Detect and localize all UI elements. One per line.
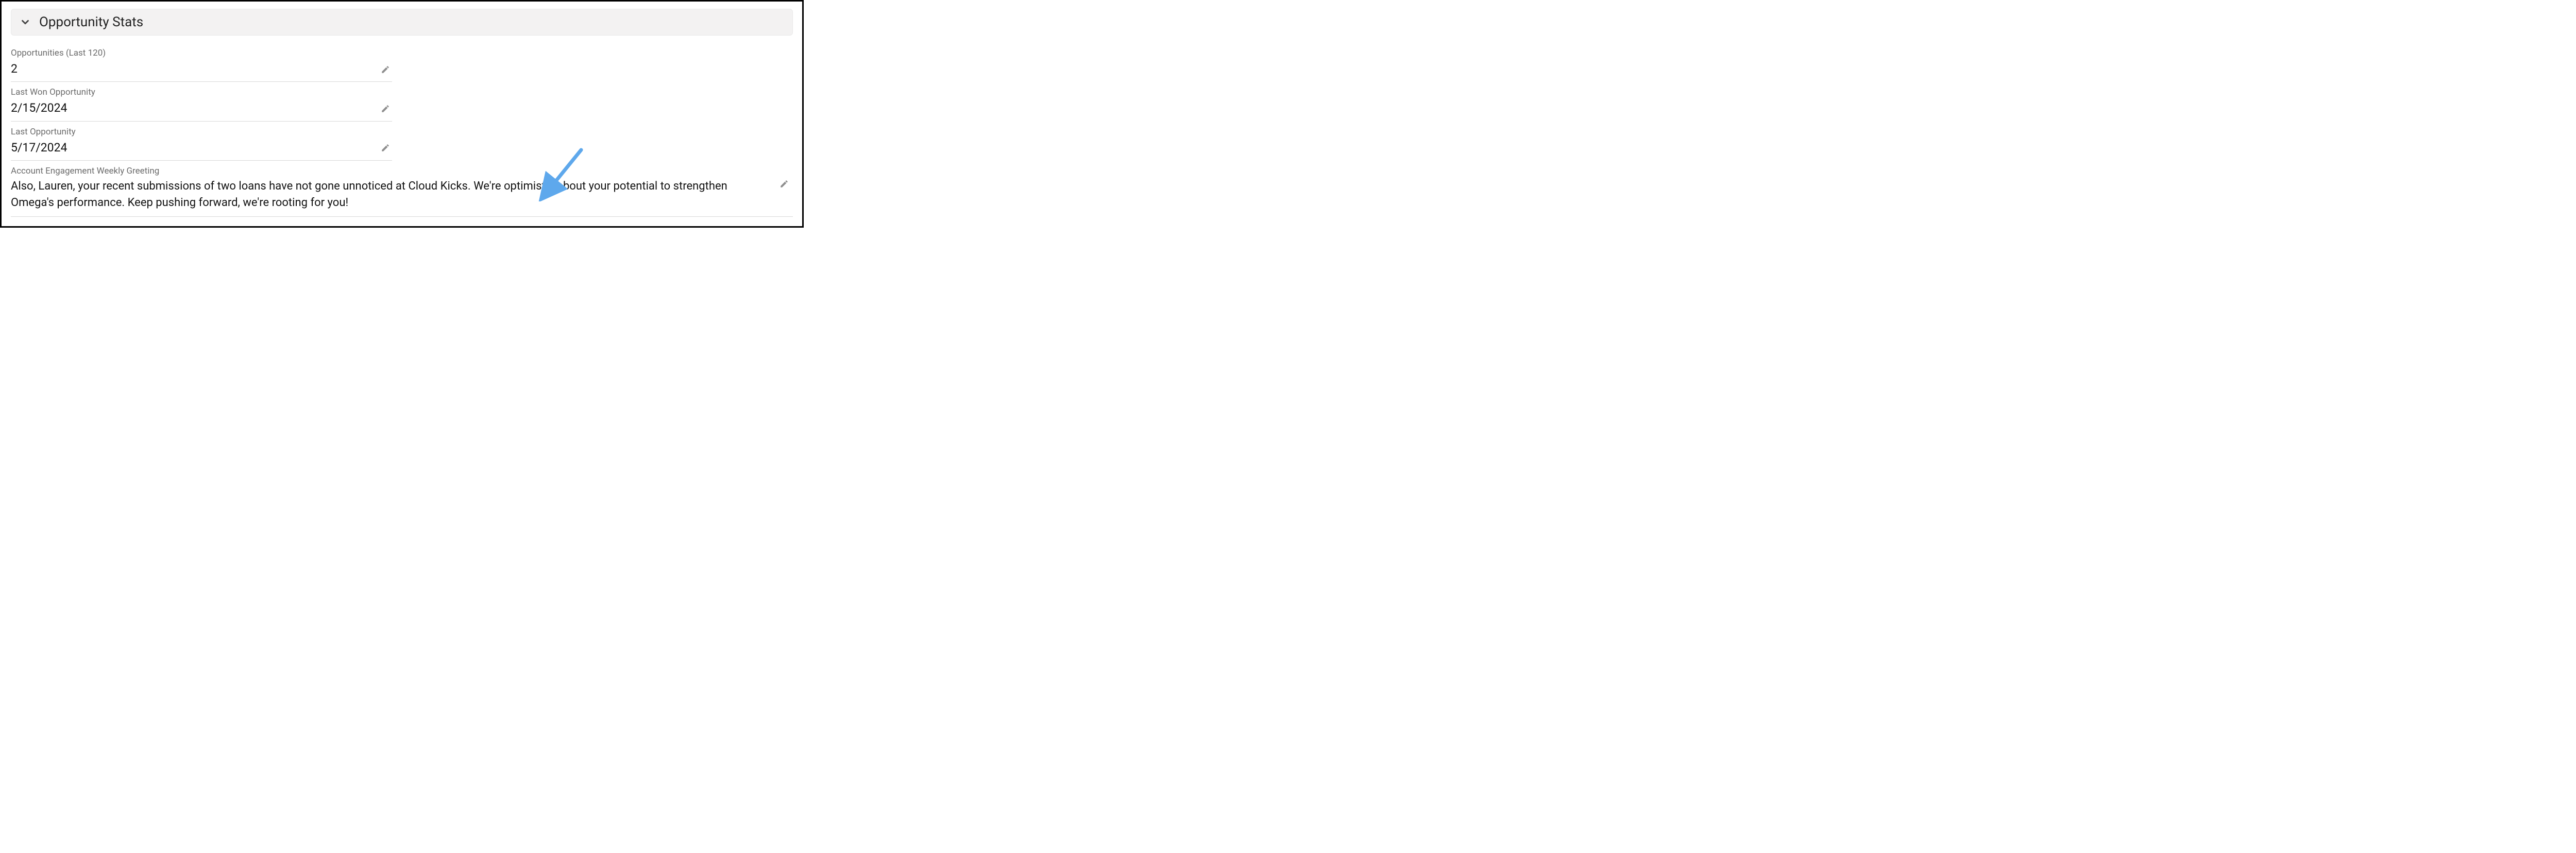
field-opportunities-last-120: Opportunities (Last 120) 2 xyxy=(11,48,392,82)
field-weekly-greeting: Account Engagement Weekly Greeting Also,… xyxy=(11,166,793,217)
opportunity-stats-panel: Opportunity Stats Opportunities (Last 12… xyxy=(0,0,804,228)
field-row: 5/17/2024 xyxy=(11,138,392,158)
field-value: 2 xyxy=(11,59,18,79)
pencil-icon[interactable] xyxy=(379,102,392,115)
field-value: 5/17/2024 xyxy=(11,138,67,158)
field-label: Last Opportunity xyxy=(11,127,392,137)
field-value: 2/15/2024 xyxy=(11,98,67,118)
chevron-down-icon xyxy=(20,16,31,28)
field-row: 2/15/2024 xyxy=(11,98,392,118)
section-title: Opportunity Stats xyxy=(39,14,143,30)
field-label: Opportunities (Last 120) xyxy=(11,48,392,58)
field-last-opportunity: Last Opportunity 5/17/2024 xyxy=(11,127,392,161)
pencil-icon[interactable] xyxy=(777,177,791,191)
section-header[interactable]: Opportunity Stats xyxy=(11,9,793,36)
field-label: Last Won Opportunity xyxy=(11,87,392,97)
field-label: Account Engagement Weekly Greeting xyxy=(11,166,793,176)
pencil-icon[interactable] xyxy=(379,141,392,155)
fields-column: Opportunities (Last 120) 2 Last Won Oppo… xyxy=(11,48,392,161)
pencil-icon[interactable] xyxy=(379,63,392,76)
field-value: Also, Lauren, your recent submissions of… xyxy=(11,177,793,213)
field-last-won-opportunity: Last Won Opportunity 2/15/2024 xyxy=(11,87,392,121)
field-row: 2 xyxy=(11,59,392,79)
